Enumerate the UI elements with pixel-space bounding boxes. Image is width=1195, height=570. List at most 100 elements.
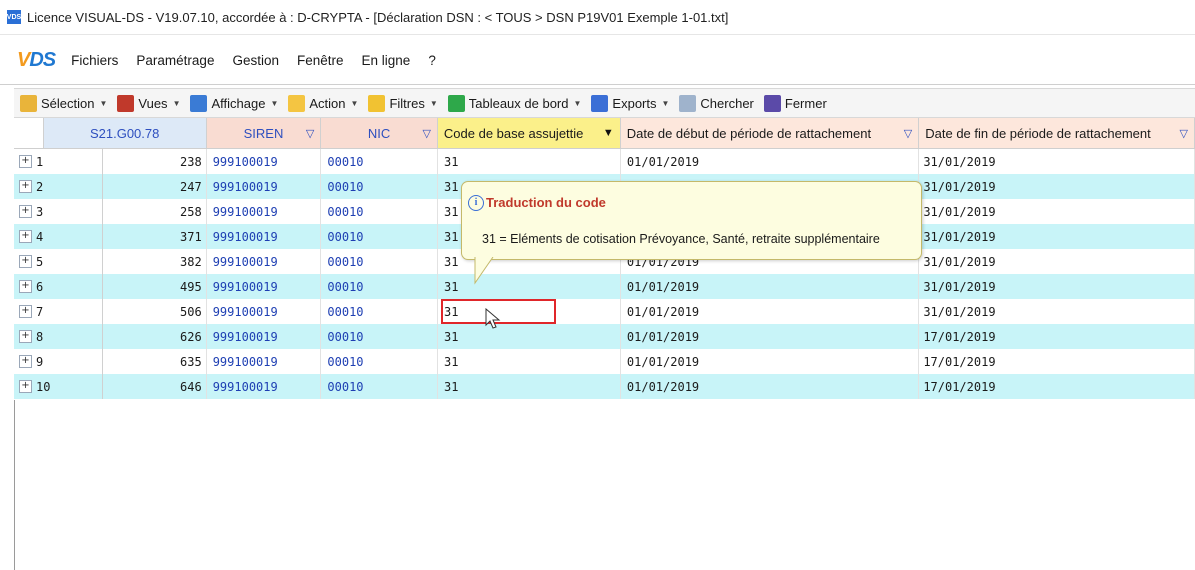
table-row[interactable]: +1 238 999100019 00010 31 01/01/2019 31/01/201… (14, 149, 1195, 174)
cell-nic[interactable]: 00010 (321, 274, 439, 299)
cell-nic[interactable]: 00010 (321, 199, 439, 224)
cell-end[interactable]: 31/01/2019 (919, 299, 1195, 324)
toolbar-button-fermer[interactable]: Fermer (763, 94, 827, 112)
cell-start[interactable]: 01/01/2019 (621, 374, 920, 399)
expand-row-icon[interactable]: + (19, 280, 32, 293)
cell-start[interactable]: 01/01/2019 (621, 324, 920, 349)
cell-id[interactable]: 382 (103, 249, 207, 274)
table-row[interactable]: +6 495 999100019 00010 31 01/01/2019 31/01/201… (14, 274, 1195, 299)
toolbar-button-tableaux-de-bord[interactable]: Tableaux de bord ▼ (447, 94, 581, 112)
cell-end[interactable]: 17/01/2019 (919, 374, 1195, 399)
cell-id[interactable]: 506 (103, 299, 207, 324)
cell-siren[interactable]: 999100019 (207, 349, 322, 374)
filter-icon[interactable]: ▽ (422, 127, 430, 140)
filter-icon[interactable]: ▽ (904, 127, 912, 140)
row-number: 6 (36, 279, 44, 294)
cell-nic[interactable]: 00010 (321, 174, 439, 199)
cell-code[interactable]: 31 (438, 324, 621, 349)
cell-siren[interactable]: 999100019 (207, 174, 322, 199)
cell-siren[interactable]: 999100019 (207, 324, 322, 349)
cell-nic[interactable]: 00010 (321, 149, 439, 174)
cell-siren[interactable]: 999100019 (207, 199, 322, 224)
cell-end[interactable]: 31/01/2019 (919, 174, 1195, 199)
toolbar-button-affichage[interactable]: Affichage ▼ (190, 94, 279, 112)
cell-end[interactable]: 31/01/2019 (919, 149, 1195, 174)
cell-nic[interactable]: 00010 (321, 224, 439, 249)
row-number-cell: +8 (14, 324, 103, 349)
cell-end[interactable]: 31/01/2019 (919, 199, 1195, 224)
menu-fenetre[interactable]: Fenêtre (297, 53, 344, 68)
cell-end[interactable]: 31/01/2019 (919, 274, 1195, 299)
selection-icon (20, 94, 37, 112)
filter-icon[interactable]: ▼ (603, 127, 614, 139)
menu-parametrage[interactable]: Paramétrage (136, 53, 214, 68)
cell-end[interactable]: 31/01/2019 (919, 249, 1195, 274)
filter-icon[interactable]: ▽ (306, 127, 314, 140)
cell-start[interactable]: 01/01/2019 (621, 274, 920, 299)
toolbar-button-action[interactable]: Action ▼ (288, 94, 358, 112)
cell-id[interactable]: 238 (103, 149, 207, 174)
table-row[interactable]: +7 506 999100019 00010 31 01/01/2019 31/01/201… (14, 299, 1195, 324)
cell-id[interactable]: 635 (103, 349, 207, 374)
cell-start[interactable]: 01/01/2019 (621, 149, 920, 174)
column-header-s21-g00-78[interactable]: S21.G00.78 (43, 118, 207, 148)
toolbar-button-exports[interactable]: Exports ▼ (591, 94, 669, 112)
chevron-down-icon: ▼ (270, 98, 279, 108)
cell-code[interactable]: 31 (438, 374, 621, 399)
expand-row-icon[interactable]: + (19, 255, 32, 268)
toolbar-button-chercher[interactable]: Chercher (679, 94, 754, 112)
cell-siren[interactable]: 999100019 (207, 224, 322, 249)
cell-nic[interactable]: 00010 (321, 324, 439, 349)
cell-siren[interactable]: 999100019 (207, 149, 322, 174)
cell-id[interactable]: 258 (103, 199, 207, 224)
expand-row-icon[interactable]: + (19, 155, 32, 168)
column-header-date-de-fin-de-p-riode-de-rattachement[interactable]: Date de fin de période de rattachement ▽ (919, 118, 1195, 148)
expand-row-icon[interactable]: + (19, 305, 32, 318)
cell-nic[interactable]: 00010 (321, 299, 439, 324)
cell-siren[interactable]: 999100019 (207, 299, 322, 324)
row-number-cell: +6 (14, 274, 103, 299)
cell-id[interactable]: 371 (103, 224, 207, 249)
column-header-siren[interactable]: SIREN ▽ (206, 118, 322, 148)
cell-code[interactable]: 31 (438, 349, 621, 374)
expand-row-icon[interactable]: + (19, 330, 32, 343)
toolbar-button-s-lection[interactable]: Sélection ▼ (20, 94, 107, 112)
cell-siren[interactable]: 999100019 (207, 274, 322, 299)
toolbar-button-filtres[interactable]: Filtres ▼ (368, 94, 438, 112)
expand-row-icon[interactable]: + (19, 180, 32, 193)
menu-en-ligne[interactable]: En ligne (362, 53, 411, 68)
row-number: 7 (36, 304, 44, 319)
cell-nic[interactable]: 00010 (321, 374, 439, 399)
cell-start[interactable]: 01/01/2019 (621, 299, 920, 324)
column-header-nic[interactable]: NIC ▽ (321, 118, 438, 148)
column-header-date-de-d-but-de-p-riode-de-rattachement[interactable]: Date de début de période de rattachement… (620, 118, 920, 148)
cell-siren[interactable]: 999100019 (207, 249, 322, 274)
expand-row-icon[interactable]: + (19, 355, 32, 368)
cell-start[interactable]: 01/01/2019 (621, 349, 920, 374)
table-row[interactable]: +9 635 999100019 00010 31 01/01/2019 17/01/201… (14, 349, 1195, 374)
cell-id[interactable]: 626 (103, 324, 207, 349)
menu-fichiers[interactable]: Fichiers (71, 53, 118, 68)
cell-end[interactable]: 17/01/2019 (919, 324, 1195, 349)
toolbar-button-vues[interactable]: Vues ▼ (117, 94, 180, 112)
cell-end[interactable]: 31/01/2019 (919, 224, 1195, 249)
cell-nic[interactable]: 00010 (321, 349, 439, 374)
expand-row-icon[interactable]: + (19, 205, 32, 218)
cell-nic[interactable]: 00010 (321, 249, 439, 274)
cell-code[interactable]: 31 (438, 274, 621, 299)
cell-siren[interactable]: 999100019 (207, 374, 322, 399)
table-row[interactable]: +8 626 999100019 00010 31 01/01/2019 17/01/201… (14, 324, 1195, 349)
menu-gestion[interactable]: Gestion (232, 53, 279, 68)
cell-id[interactable]: 646 (103, 374, 207, 399)
cell-code[interactable]: 31 (438, 149, 621, 174)
menu-bar: VDS Fichiers Paramétrage Gestion Fenêtre… (0, 46, 1195, 74)
expand-row-icon[interactable]: + (19, 380, 32, 393)
cell-id[interactable]: 495 (103, 274, 207, 299)
expand-row-icon[interactable]: + (19, 230, 32, 243)
filter-icon[interactable]: ▽ (1180, 127, 1188, 140)
cell-id[interactable]: 247 (103, 174, 207, 199)
cell-end[interactable]: 17/01/2019 (919, 349, 1195, 374)
menu-help[interactable]: ? (428, 53, 436, 68)
column-header-code-de-base-assujettie[interactable]: Code de base assujettie ▼ (437, 118, 621, 148)
table-row[interactable]: +10 646 999100019 00010 31 01/01/2019 17/01/20… (14, 374, 1195, 399)
